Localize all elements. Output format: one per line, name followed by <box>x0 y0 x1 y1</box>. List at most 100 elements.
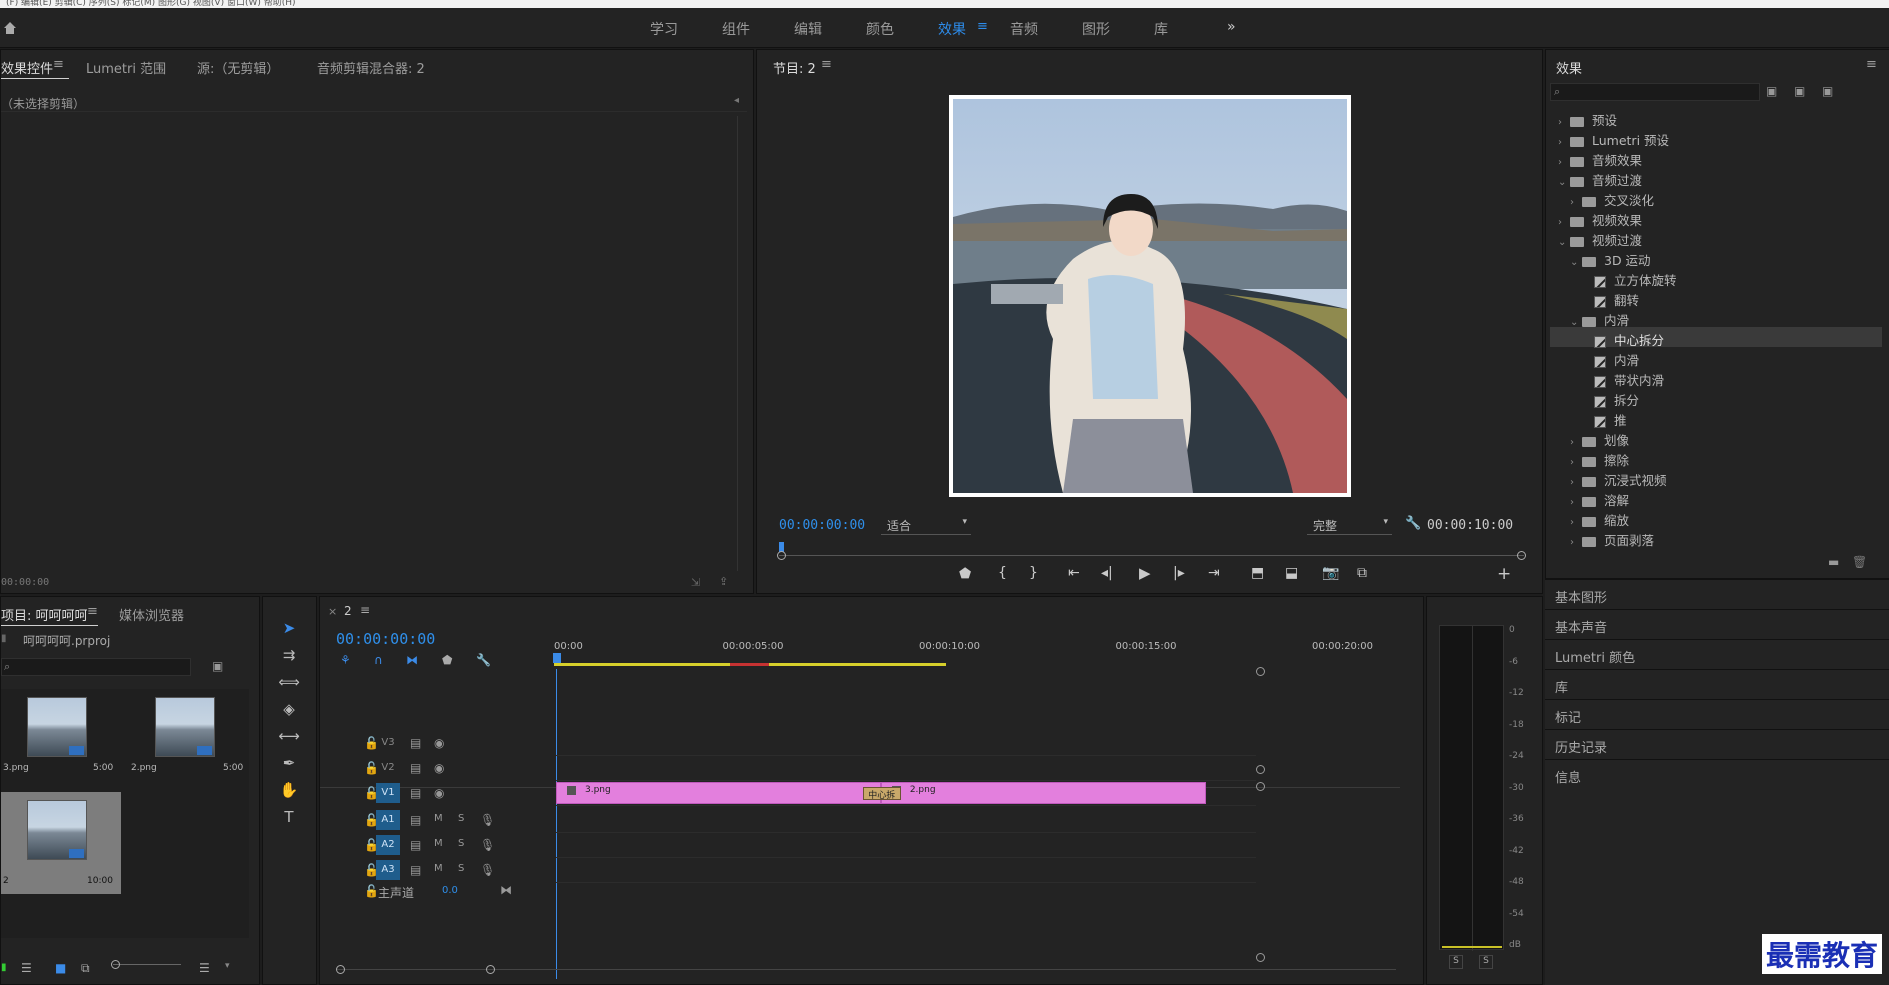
32bit-effects-icon[interactable]: ▣ <box>1794 84 1805 98</box>
tab-assembly[interactable]: 组件 <box>722 19 750 39</box>
timeline-timecode[interactable]: 00:00:00:00 <box>336 630 435 648</box>
solo-button[interactable]: S <box>458 863 464 874</box>
playhead-handle[interactable] <box>553 653 561 663</box>
microphone-icon[interactable]: 🎙 <box>480 813 495 827</box>
mute-button[interactable]: M <box>434 838 443 849</box>
video-track-header[interactable]: 🔓 V1 ▤ ◉ <box>320 781 550 805</box>
step-forward-icon[interactable]: |▸ <box>1173 565 1185 581</box>
track-scroll-handle[interactable] <box>1256 782 1265 791</box>
effect-folder[interactable]: › 擦除 <box>1550 447 1882 468</box>
close-icon[interactable]: × <box>328 605 337 618</box>
track-target-toggle[interactable]: A1 <box>376 810 400 830</box>
tab-media-browser[interactable]: 媒体浏览器 <box>119 605 184 624</box>
solo-right-button[interactable]: S <box>1479 955 1493 969</box>
step-back-icon[interactable]: ◂| <box>1101 565 1113 581</box>
lock-icon[interactable]: ▮ <box>1 962 7 973</box>
effect-folder[interactable]: › 划像 <box>1550 427 1882 448</box>
panel-menu-icon[interactable]: ≡ <box>360 603 370 617</box>
tab-audio[interactable]: 音频 <box>1010 19 1038 39</box>
lock-icon[interactable]: 🔓 <box>364 884 379 898</box>
extract-icon[interactable]: ⬓ <box>1285 565 1298 581</box>
effect-folder[interactable]: › 音频效果 <box>1550 147 1882 168</box>
ripple-edit-tool-icon[interactable]: ⟺ <box>278 671 300 693</box>
accelerated-effects-icon[interactable]: ▣ <box>1766 84 1777 98</box>
effect-controls-timecode[interactable]: 00:00:00 <box>1 577 49 588</box>
transition-block[interactable]: 中心拆 <box>862 787 901 801</box>
effect-folder[interactable]: › 交叉淡化 <box>1550 187 1882 208</box>
tab-graphics[interactable]: 图形 <box>1082 19 1110 39</box>
menu-items[interactable]: (F) 编辑(E) 剪辑(C) 序列(S) 标记(M) 图形(G) 视图(V) … <box>6 0 296 8</box>
effect-item[interactable]: 推 <box>1550 407 1882 428</box>
program-mini-ruler[interactable] <box>777 542 1526 560</box>
vertical-scroll-bottom[interactable] <box>1256 953 1265 962</box>
effect-item[interactable]: 翻转 <box>1550 287 1882 308</box>
effect-folder[interactable]: ⌄ 视频过渡 <box>1550 227 1882 248</box>
mark-out-icon[interactable]: } <box>1029 565 1038 581</box>
export-frame-icon[interactable]: ⇲ <box>691 576 700 589</box>
effects-search-input[interactable]: ⌕ <box>1550 83 1760 101</box>
eye-icon[interactable]: ◉ <box>434 786 444 800</box>
audio-track-header[interactable]: 🔓 A3 ▤ M S 🎙 <box>320 858 550 882</box>
video-track-header[interactable]: 🔓 V2 ▤ ◉ <box>320 756 550 780</box>
side-panel-section[interactable]: 历史记录 <box>1545 729 1889 758</box>
tab-project[interactable]: 项目: 呵呵呵呵 <box>1 605 88 624</box>
effect-item[interactable]: 拆分 <box>1550 387 1882 408</box>
slip-tool-icon[interactable]: ⟷ <box>278 725 300 747</box>
side-panel-section[interactable]: Lumetri 颜色 <box>1545 639 1889 668</box>
effect-item[interactable]: 立方体旋转 <box>1550 267 1882 288</box>
type-tool-icon[interactable]: T <box>278 806 300 828</box>
panel-menu-icon[interactable]: ≡ <box>821 57 832 72</box>
track-scroll-handle[interactable] <box>1256 765 1265 774</box>
go-to-end-icon[interactable]: ⧓ <box>500 883 512 897</box>
sync-lock-icon[interactable]: ▤ <box>410 736 421 750</box>
scroll-right-handle[interactable] <box>486 965 495 974</box>
selection-tool-icon[interactable]: ➤ <box>278 617 300 639</box>
side-panel-section[interactable]: 库 <box>1545 669 1889 698</box>
go-to-out-icon[interactable]: ⇥ <box>1208 565 1220 581</box>
snap-magnet-icon[interactable]: ∩ <box>374 653 383 667</box>
tab-color[interactable]: 颜色 <box>866 19 894 39</box>
solo-button[interactable]: S <box>458 838 464 849</box>
audio-track-header[interactable]: 🔓 A1 ▤ M S 🎙 <box>320 808 550 832</box>
comparison-view-icon[interactable]: ⧉ <box>1357 565 1367 581</box>
effect-item[interactable]: 内滑 <box>1550 347 1882 368</box>
side-panel-section[interactable]: 基本图形 <box>1545 579 1889 608</box>
workspace-more-icon[interactable]: » <box>1227 19 1236 35</box>
mark-in-icon[interactable]: { <box>998 565 1007 581</box>
add-marker-icon[interactable]: ⬟ <box>442 653 452 667</box>
eye-icon[interactable]: ◉ <box>434 736 444 750</box>
linked-selection-icon[interactable]: ⧓ <box>406 653 418 667</box>
mute-button[interactable]: M <box>434 863 443 874</box>
horizontal-scrollbar[interactable] <box>336 969 1396 970</box>
collapse-arrow-icon[interactable]: ◂ <box>734 95 739 106</box>
track-target-toggle[interactable]: V1 <box>376 783 400 803</box>
track-target-toggle[interactable]: A2 <box>376 835 400 855</box>
list-view-icon[interactable]: ☰ <box>21 961 32 975</box>
vertical-scroll-top[interactable] <box>1256 667 1265 676</box>
scroll-left-handle[interactable] <box>336 965 345 974</box>
timeline-settings-icon[interactable]: 🔧 <box>476 653 491 667</box>
panel-menu-icon[interactable]: ≡ <box>53 57 64 72</box>
sequence-tab[interactable]: 2 <box>344 604 352 618</box>
share-icon[interactable]: ⇪ <box>719 575 728 588</box>
track-target-toggle[interactable]: V2 <box>376 758 400 778</box>
effect-folder[interactable]: › Lumetri 预设 <box>1550 127 1882 148</box>
razor-tool-icon[interactable]: ◈ <box>278 698 300 720</box>
chevron-down-icon[interactable]: ▾ <box>225 961 230 971</box>
tab-effect-controls[interactable]: 效果控件 <box>1 58 53 77</box>
tab-effects-menu-icon[interactable]: ≡ <box>977 19 988 34</box>
sort-icon[interactable]: ☰ <box>199 961 210 975</box>
effect-folder[interactable]: ⌄ 音频过渡 <box>1550 167 1882 188</box>
wrench-icon[interactable]: 🔧 <box>1405 516 1421 531</box>
freeform-view-icon[interactable]: ⧉ <box>81 961 90 976</box>
tab-source[interactable]: 源:（无剪辑） <box>197 58 279 77</box>
nest-icon[interactable]: ⚘ <box>340 653 351 667</box>
tab-editing[interactable]: 编辑 <box>794 19 822 39</box>
add-button-icon[interactable]: + <box>1497 564 1511 584</box>
in-handle[interactable] <box>777 551 786 560</box>
hand-tool-icon[interactable]: ✋ <box>278 779 300 801</box>
program-monitor-title[interactable]: 节目: 2 <box>773 58 816 77</box>
sync-lock-icon[interactable]: ▤ <box>410 838 421 852</box>
out-handle[interactable] <box>1517 551 1526 560</box>
add-marker-icon[interactable]: ⬟ <box>959 566 971 582</box>
